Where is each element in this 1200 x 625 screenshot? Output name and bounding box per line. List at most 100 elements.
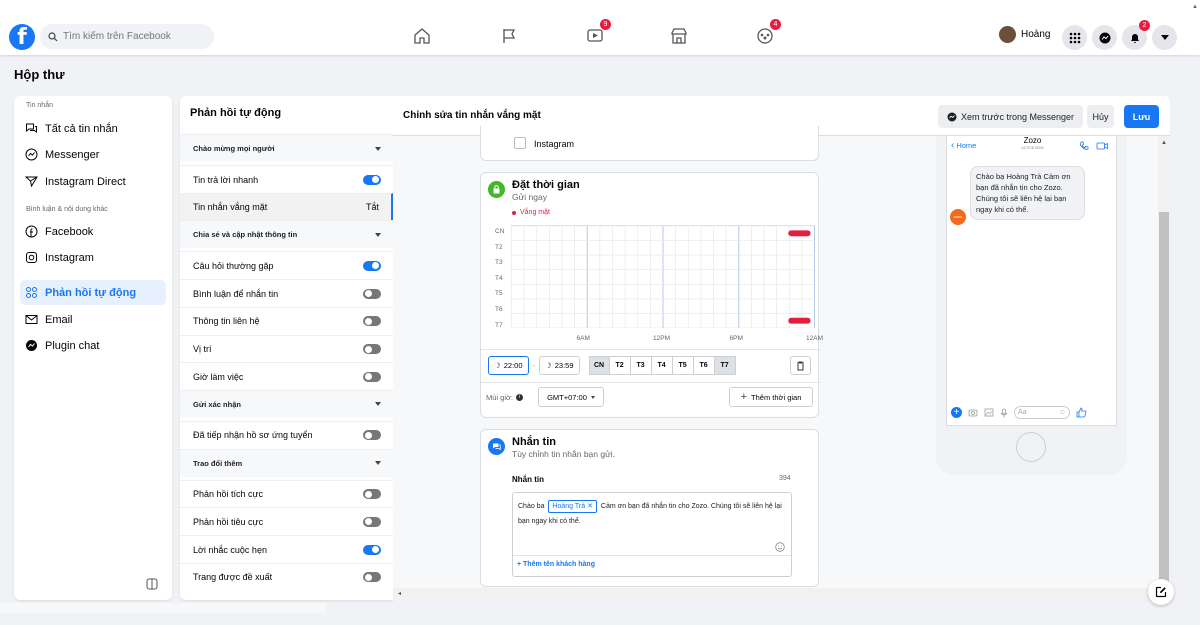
list-item[interactable]: Tin nhắn vắng mặt Tắt xyxy=(180,192,393,221)
day-toggle-button[interactable]: T4 xyxy=(651,356,673,375)
list-item-label: Chia sẻ và cập nhật thông tin xyxy=(193,230,298,240)
add-time-button[interactable]: + Thêm thời gian xyxy=(729,387,813,407)
list-item-label: Câu hỏi thường gặp xyxy=(193,260,274,271)
notifications-button[interactable]: 2 xyxy=(1122,20,1150,50)
horizontal-scrollbar[interactable]: ◂ xyxy=(393,588,1158,600)
message-textarea[interactable]: Chào ba Hoàng Trà ✕ Cảm ơn bạn đã nhắn t… xyxy=(512,492,792,577)
list-group-header[interactable]: Trao đổi thêm xyxy=(180,448,393,477)
nav-watch[interactable]: 9 xyxy=(583,19,611,48)
phone-home-button xyxy=(1016,432,1046,462)
preview-messenger-button[interactable]: Xem trước trong Messenger xyxy=(938,105,1083,128)
list-item[interactable]: Phản hồi tiêu cực xyxy=(180,507,393,535)
browser-status-bar xyxy=(0,603,325,613)
list-item[interactable]: Vị trí xyxy=(180,334,393,363)
moon-icon: ☽ xyxy=(494,361,501,370)
list-item[interactable]: Tin trả lời nhanh xyxy=(180,165,393,193)
toggle-switch[interactable] xyxy=(363,316,381,327)
delete-time-button[interactable] xyxy=(790,356,811,375)
toggle-switch[interactable] xyxy=(363,572,381,583)
profile-button[interactable]: Hoàng xyxy=(999,26,1050,43)
list-item[interactable]: Phản hồi tích cực xyxy=(180,479,393,508)
panel-title: Phản hồi tự động xyxy=(190,107,282,119)
sidebar-item-auto-reply[interactable]: Phản hồi tự động xyxy=(20,280,166,305)
sidebar-item-all-messages[interactable]: Tất cả tin nhắn xyxy=(20,116,166,141)
messenger-button[interactable] xyxy=(1092,25,1117,50)
toggle-switch[interactable] xyxy=(363,174,381,185)
chevron-down-icon[interactable] xyxy=(375,402,381,407)
start-time-value: 22:00 xyxy=(503,361,523,370)
nav-groups[interactable]: 4 xyxy=(753,19,781,48)
microphone-icon xyxy=(1000,408,1008,417)
toggle-switch[interactable] xyxy=(363,371,381,382)
instagram-checkbox[interactable] xyxy=(514,137,526,149)
toggle-switch[interactable] xyxy=(363,260,381,271)
emoji-icon[interactable] xyxy=(775,541,785,555)
search-bar[interactable] xyxy=(40,24,214,49)
toggle-switch[interactable] xyxy=(363,544,381,555)
nav-pages[interactable] xyxy=(497,24,521,48)
auto-reply-icon xyxy=(26,287,37,298)
list-group-header[interactable]: Chia sẻ và cập nhật thông tin xyxy=(180,220,393,249)
list-item[interactable]: Bình luận để nhắn tin xyxy=(180,279,393,307)
sidebar-item-plugin-chat[interactable]: Plugin chat xyxy=(20,333,166,358)
list-item[interactable]: Giờ làm việc xyxy=(180,362,393,390)
facebook-logo-icon[interactable]: f xyxy=(9,24,35,50)
add-time-label: Thêm thời gian xyxy=(751,392,802,402)
chevron-down-icon[interactable] xyxy=(375,146,381,151)
day-toggle-button[interactable]: CN xyxy=(588,356,610,375)
search-input[interactable] xyxy=(63,31,193,42)
sidebar-item-label: Facebook xyxy=(45,225,94,238)
cancel-button[interactable]: Hủy xyxy=(1087,105,1114,128)
vertical-scroll-thumb[interactable] xyxy=(1159,212,1169,592)
chevron-down-icon[interactable] xyxy=(375,232,381,237)
timezone-select[interactable]: GMT+07:00 xyxy=(538,387,604,407)
sidebar-item-facebook[interactable]: Facebook xyxy=(20,219,166,244)
add-customer-name-button[interactable]: + Thêm tên khách hàng xyxy=(517,561,595,568)
new-message-button[interactable] xyxy=(1148,579,1174,605)
sidebar-item-instagram-direct[interactable]: Instagram Direct xyxy=(20,169,166,194)
sidebar-item-email[interactable]: Email xyxy=(20,307,166,332)
day-toggle-button[interactable]: T3 xyxy=(630,356,652,375)
start-time-input[interactable]: ☽ 22:00 xyxy=(488,356,529,375)
vertical-scrollbar[interactable]: ▲ xyxy=(1158,136,1170,600)
toggle-switch[interactable] xyxy=(363,288,381,299)
list-item[interactable]: Thông tin liên hệ xyxy=(180,306,393,335)
search-icon xyxy=(48,31,58,41)
close-icon[interactable]: ✕ xyxy=(587,503,593,510)
end-time-input[interactable]: ☽ 23:59 xyxy=(539,356,580,375)
toggle-switch[interactable] xyxy=(363,489,381,500)
toggle-switch[interactable] xyxy=(363,430,381,441)
messenger-filled-icon xyxy=(26,340,37,351)
day-toggle-button[interactable]: T7 xyxy=(714,356,736,375)
account-button[interactable] xyxy=(1152,25,1177,50)
sidebar-item-instagram[interactable]: Instagram xyxy=(20,245,166,270)
list-item-label: Lời nhắc cuộc hẹn xyxy=(193,544,267,555)
scroll-up-arrow-icon[interactable]: ▲ xyxy=(1161,140,1167,146)
watch-badge: 9 xyxy=(600,19,611,30)
nav-home[interactable] xyxy=(410,24,434,48)
list-item[interactable]: Câu hỏi thường gặp xyxy=(180,251,393,279)
toggle-switch[interactable] xyxy=(363,344,381,354)
scroll-up-arrow-icon[interactable]: ▲ xyxy=(1192,4,1198,10)
list-item[interactable]: Đã tiếp nhận hồ sơ ứng tuyển xyxy=(180,420,393,449)
collapse-sidebar-icon[interactable] xyxy=(146,578,158,593)
list-item[interactable]: Trang được đề xuất xyxy=(180,562,393,591)
menu-button[interactable] xyxy=(1062,25,1087,50)
scroll-left-arrow-icon[interactable]: ◂ xyxy=(398,590,401,597)
inbox-sidebar: Tin nhắn Tất cả tin nhắn Messenger Insta… xyxy=(14,96,172,600)
list-group-header[interactable]: Chào mừng mọi người xyxy=(180,134,393,162)
day-toggle-button[interactable]: T2 xyxy=(609,356,631,375)
list-item[interactable]: Lời nhắc cuộc hẹn xyxy=(180,535,393,563)
sidebar-item-messenger[interactable]: Messenger xyxy=(20,142,166,167)
chevron-down-icon[interactable] xyxy=(375,461,381,466)
day-toggle-button[interactable]: T6 xyxy=(693,356,715,375)
toggle-switch[interactable] xyxy=(363,516,381,527)
email-icon xyxy=(25,315,38,324)
day-toggle-button[interactable]: T5 xyxy=(672,356,694,375)
message-content[interactable]: Chào ba Hoàng Trà ✕ Cảm ơn bạn đã nhắn t… xyxy=(518,499,786,529)
list-group-header[interactable]: Gửi xác nhận xyxy=(180,389,393,418)
schedule-grid[interactable] xyxy=(510,225,816,328)
customer-name-chip[interactable]: Hoàng Trà ✕ xyxy=(548,500,597,513)
save-button[interactable]: Lưu xyxy=(1124,105,1159,128)
nav-marketplace[interactable] xyxy=(667,24,691,48)
